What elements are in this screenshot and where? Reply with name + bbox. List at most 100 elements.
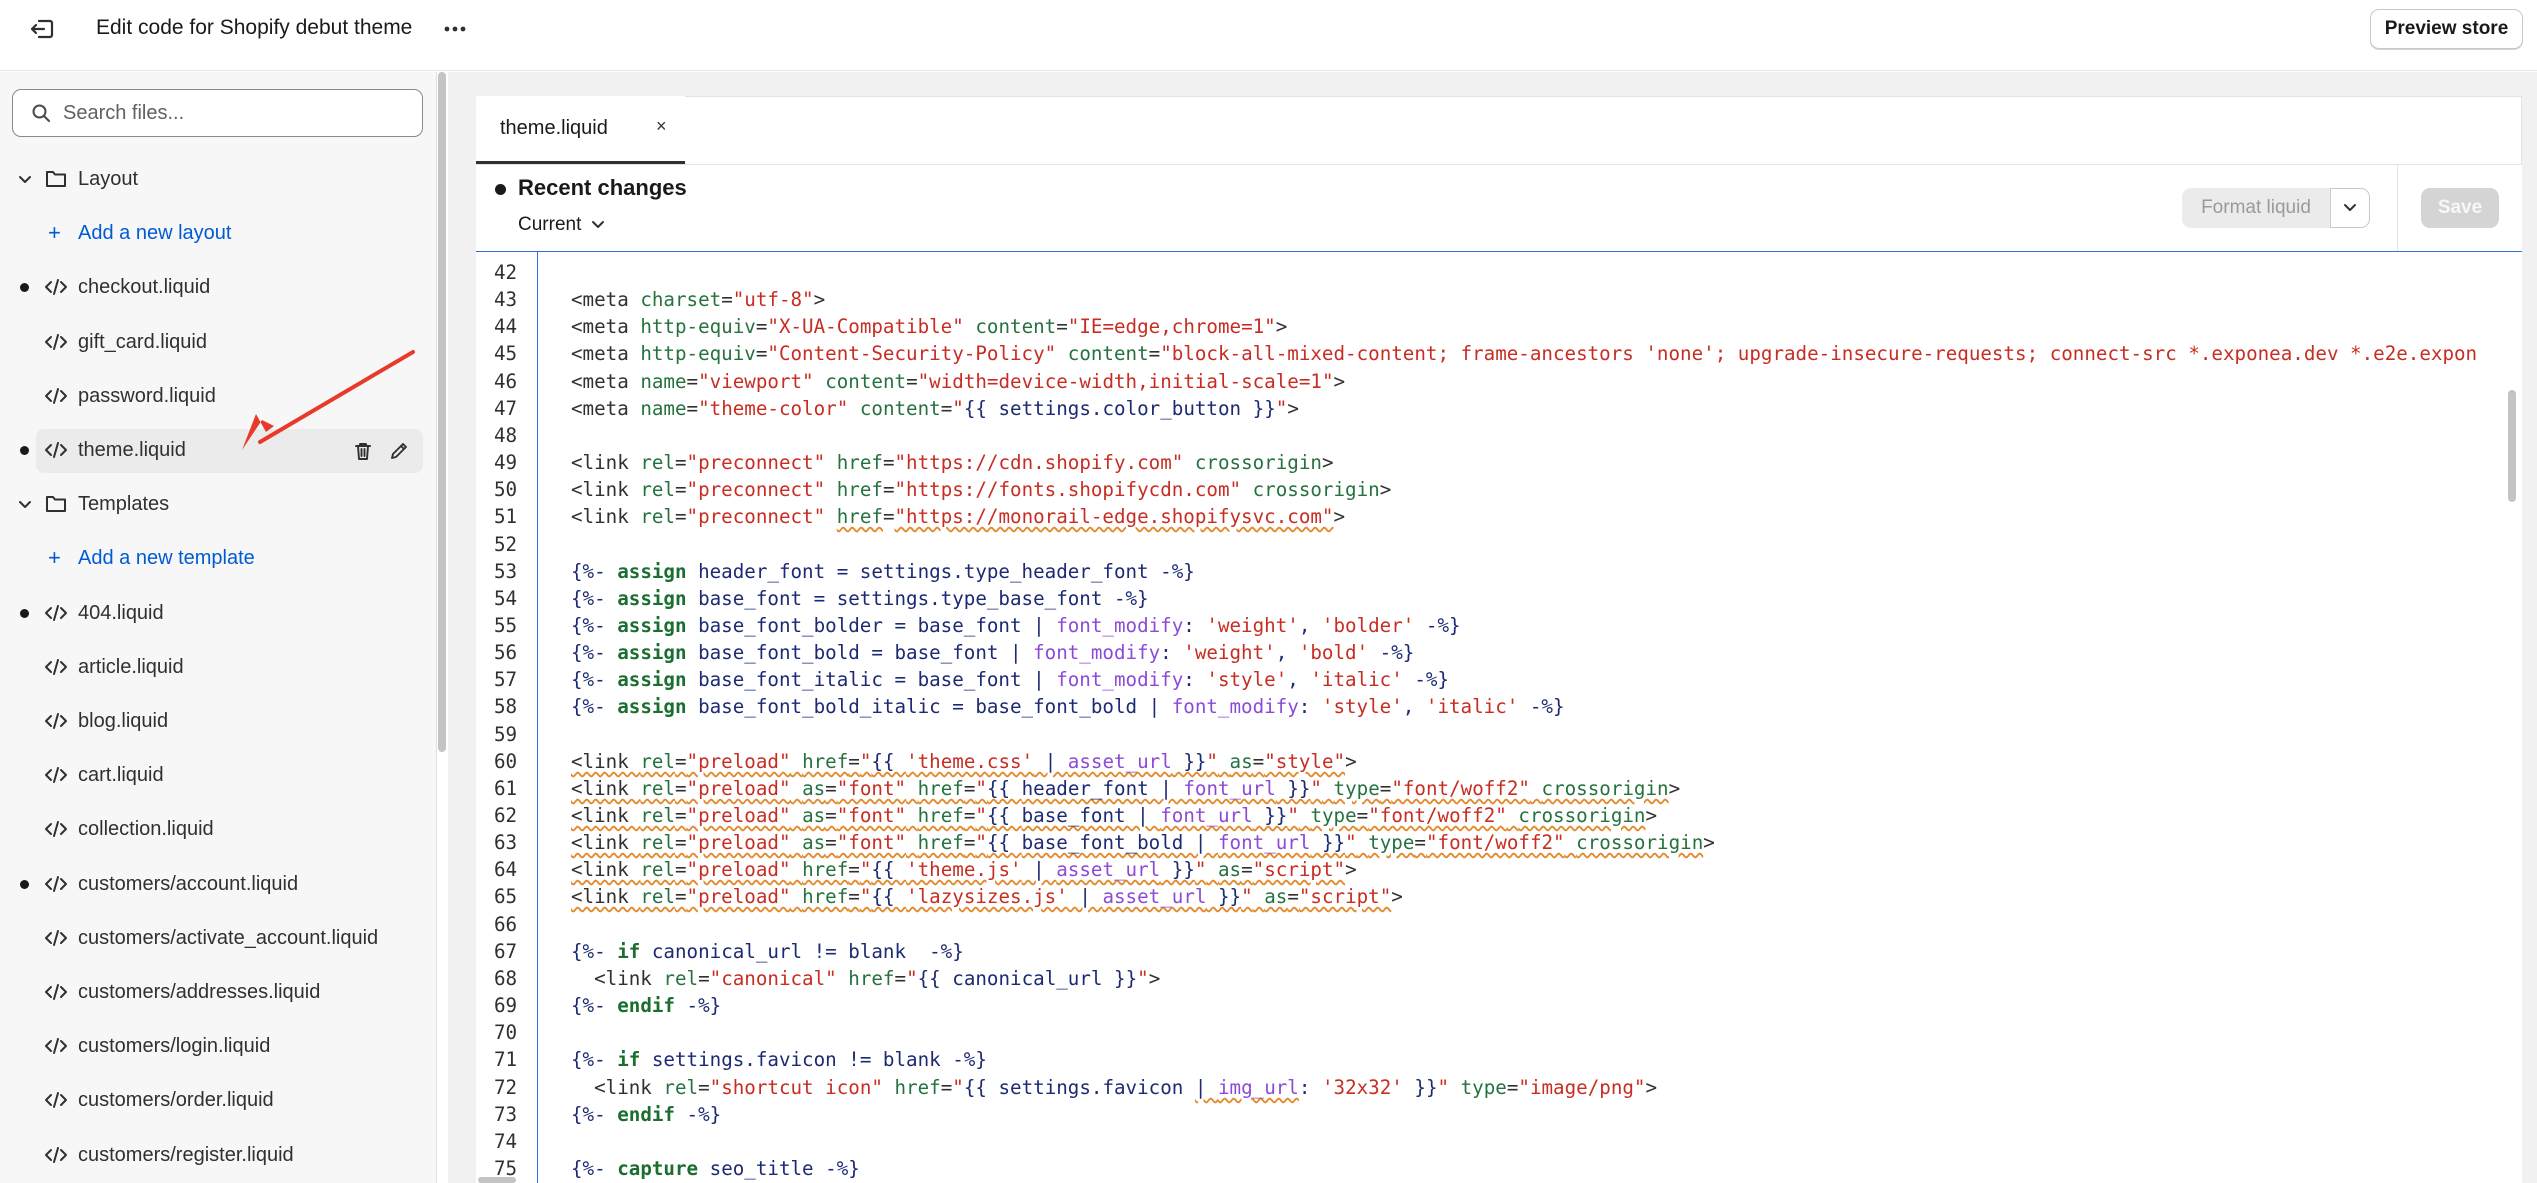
code-token: =: [686, 370, 699, 393]
add-a-new-template-link[interactable]: + Add a new template: [0, 536, 436, 580]
code-token: {{: [871, 750, 907, 773]
exit-button[interactable]: [22, 12, 62, 46]
code-line[interactable]: 55 {%- assign base_font_bolder = base_fon…: [476, 612, 2516, 639]
code-line[interactable]: 69 {%- endif -%}: [476, 992, 2516, 1019]
code-line[interactable]: 65 <link rel="preload" href="{{ 'lazysize…: [476, 883, 2516, 910]
code-line[interactable]: 74: [476, 1128, 2516, 1155]
more-actions-button[interactable]: [440, 14, 470, 44]
code-line[interactable]: 60 <link rel="preload" href="{{ 'theme.cs…: [476, 748, 2516, 775]
code-token: =: [825, 804, 837, 827]
code-icon: [44, 1037, 68, 1055]
code-token: <link: [571, 777, 641, 800]
trash-icon[interactable]: [352, 440, 374, 462]
format-liquid-button[interactable]: Format liquid: [2182, 188, 2330, 228]
file-item-customers-addresses-liquid[interactable]: customers/addresses.liquid: [0, 970, 436, 1014]
code-line[interactable]: 45 <meta http-equiv="Content-Security-Pol…: [476, 340, 2516, 367]
code-token: "preconnect": [686, 505, 826, 528]
file-item-password-liquid[interactable]: password.liquid: [0, 374, 436, 418]
code-token: =: [848, 858, 860, 881]
file-item-cart-liquid[interactable]: cart.liquid: [0, 753, 436, 797]
code-token: =: [882, 478, 895, 501]
code-token: =: [1241, 858, 1253, 881]
code-line[interactable]: 49 <link rel="preconnect" href="https://c…: [476, 449, 2516, 476]
search-field[interactable]: [12, 89, 423, 137]
code-token: =: [963, 777, 976, 800]
line-number: 43: [494, 288, 518, 311]
code-line[interactable]: 66: [476, 911, 2516, 938]
file-item-customers-order-liquid[interactable]: customers/order.liquid: [0, 1078, 436, 1122]
modified-dot: [20, 446, 29, 455]
code-line[interactable]: 43 <meta charset="utf-8">: [476, 286, 2516, 313]
tree-item-label: customers/account.liquid: [78, 873, 299, 895]
code-token: assign: [617, 614, 687, 637]
code-line[interactable]: 48: [476, 422, 2516, 449]
code-line[interactable]: 44 <meta http-equiv="X-UA-Compatible" con…: [476, 313, 2516, 340]
code-token: "script": [1252, 858, 1346, 881]
code-text: {%- assign base_font_bold = base_font | …: [571, 639, 1414, 666]
file-item-customers-register-liquid[interactable]: customers/register.liquid: [0, 1133, 436, 1177]
file-item-404-liquid[interactable]: 404.liquid: [0, 591, 436, 635]
code-line[interactable]: 59: [476, 721, 2516, 748]
code-line[interactable]: 54 {%- assign base_font = settings.type_b…: [476, 585, 2516, 612]
code-line[interactable]: 47 <meta name="theme-color" content="{{ s…: [476, 395, 2516, 422]
code-token: =: [894, 967, 907, 990]
version-select[interactable]: Current: [518, 212, 605, 238]
sidebar-scrollbar[interactable]: [438, 72, 446, 752]
tree-item-label: customers/register.liquid: [78, 1144, 294, 1166]
code-token: href: [894, 1076, 941, 1099]
add-a-new-layout-link[interactable]: + Add a new layout: [0, 211, 436, 255]
code-token: -%}: [952, 1048, 987, 1071]
code-line[interactable]: 68 <link rel="canonical" href="{{ canoni…: [476, 965, 2516, 992]
code-line[interactable]: 58 {%- assign base_font_bold_italic = bas…: [476, 693, 2516, 720]
file-item-blog-liquid[interactable]: blog.liquid: [0, 699, 436, 743]
save-button[interactable]: Save: [2421, 188, 2499, 228]
editor-vertical-scrollbar[interactable]: [2508, 390, 2516, 502]
code-line[interactable]: 67 {%- if canonical_url != blank -%}: [476, 938, 2516, 965]
code-line[interactable]: 63 <link rel="preload" as="font" href="{{…: [476, 829, 2516, 856]
file-item-customers-account-liquid[interactable]: customers/account.liquid: [0, 862, 436, 906]
code-token: "https://monorail-edge.shopifysvc.com": [894, 505, 1334, 528]
code-token: {%-: [571, 994, 618, 1017]
code-line[interactable]: 52: [476, 531, 2516, 558]
folder-layout[interactable]: Layout: [0, 157, 436, 201]
code-line[interactable]: 64 <link rel="preload" href="{{ 'theme.js…: [476, 856, 2516, 883]
format-options-button[interactable]: [2330, 188, 2370, 228]
file-item-collection-liquid[interactable]: collection.liquid: [0, 807, 436, 851]
file-item-article-liquid[interactable]: article.liquid: [0, 645, 436, 689]
line-number: 70: [494, 1021, 518, 1044]
search-input[interactable]: [63, 101, 413, 125]
code-token: {{: [986, 777, 1022, 800]
file-item-customers-activate-account-liquid[interactable]: customers/activate_account.liquid: [0, 916, 436, 960]
code-editor[interactable]: 42 43 <meta charset="utf-8"> 44 <meta http-…: [476, 251, 2522, 1183]
file-item-checkout-liquid[interactable]: checkout.liquid: [0, 265, 436, 309]
file-item-theme-liquid[interactable]: theme.liquid: [0, 428, 436, 473]
code-token: ,: [1275, 641, 1299, 664]
code-line[interactable]: 70: [476, 1019, 2516, 1046]
code-line[interactable]: 62 <link rel="preload" as="font" href="{{…: [476, 802, 2516, 829]
preview-store-button[interactable]: Preview store: [2370, 9, 2523, 49]
sidebar-scrollbar-thumb[interactable]: [438, 72, 446, 752]
folder-templates[interactable]: Templates: [0, 482, 436, 526]
close-icon[interactable]: ×: [656, 116, 667, 137]
file-item-customers-login-liquid[interactable]: customers/login.liquid: [0, 1024, 436, 1068]
code-line[interactable]: 42: [476, 259, 2516, 286]
line-number: 59: [494, 723, 518, 746]
code-line[interactable]: 73 {%- endif -%}: [476, 1101, 2516, 1128]
code-line[interactable]: 56 {%- assign base_font_bold = base_font …: [476, 639, 2516, 666]
code-line[interactable]: 75 {%- capture seo_title -%}: [476, 1155, 2516, 1182]
code-line[interactable]: 53 {%- assign header_font = settings.type…: [476, 558, 2516, 585]
code-line[interactable]: 46 <meta name="viewport" content="width=d…: [476, 368, 2516, 395]
code-line[interactable]: 57 {%- assign base_font_italic = base_fon…: [476, 666, 2516, 693]
code-line[interactable]: 51 <link rel="preconnect" href="https://m…: [476, 503, 2516, 530]
pencil-icon[interactable]: [388, 440, 410, 462]
code-line[interactable]: 71 {%- if settings.favicon != blank -%}: [476, 1046, 2516, 1073]
code-line[interactable]: 72 <link rel="shortcut icon" href="{{ se…: [476, 1074, 2516, 1101]
file-item-gift-card-liquid[interactable]: gift_card.liquid: [0, 320, 436, 364]
code-token: =: [674, 750, 687, 773]
modified-dot: [20, 283, 29, 292]
tab-theme-liquid[interactable]: theme.liquid ×: [476, 96, 685, 164]
editor-horizontal-scrollbar[interactable]: [478, 1177, 516, 1183]
code-line[interactable]: 61 <link rel="preload" as="font" href="{{…: [476, 775, 2516, 802]
code-line[interactable]: 50 <link rel="preconnect" href="https://f…: [476, 476, 2516, 503]
